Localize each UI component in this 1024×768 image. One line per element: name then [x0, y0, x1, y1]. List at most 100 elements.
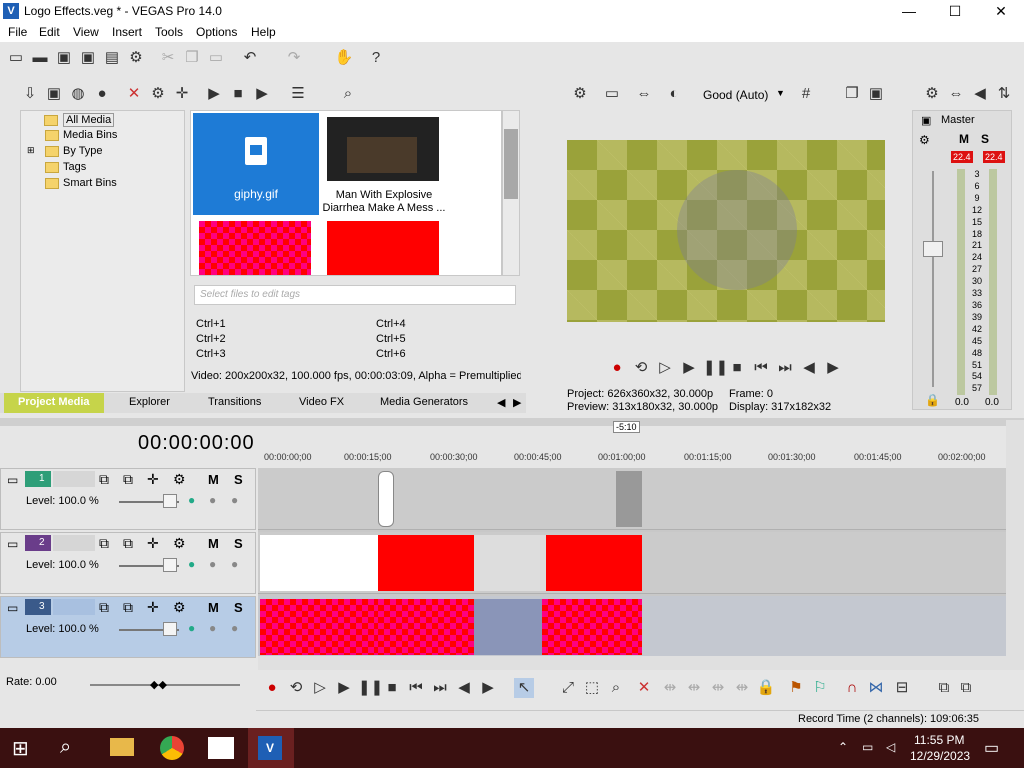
- search-icon[interactable]: ⌕: [338, 84, 358, 104]
- save-as-icon[interactable]: ▣: [78, 48, 98, 68]
- child-icon[interactable]: ●: [231, 557, 238, 571]
- master-solo-button[interactable]: S: [981, 132, 989, 146]
- timeline-clip[interactable]: [260, 599, 378, 655]
- split-icon[interactable]: ⇹: [732, 678, 752, 698]
- track-header-3[interactable]: ▭ 3 ⧉ ⧉ ✛ ⚙ M S Level: 100.0 % ● ● ●: [0, 596, 256, 658]
- go-to-start-icon[interactable]: ⏮: [751, 358, 771, 378]
- maximize-button[interactable]: ☐: [932, 0, 978, 22]
- menu-options[interactable]: Options: [196, 25, 237, 39]
- minimize-button[interactable]: —: [886, 0, 932, 22]
- timeline-clip[interactable]: [378, 471, 394, 527]
- scrollbar-thumb[interactable]: [504, 129, 518, 199]
- delete-icon[interactable]: ✕: [634, 678, 654, 698]
- save-icon[interactable]: ▣: [54, 48, 74, 68]
- track-fx-icon[interactable]: ✛: [147, 535, 159, 552]
- network-icon[interactable]: ▭: [862, 740, 873, 754]
- track-motion-icon[interactable]: ⧉: [99, 535, 109, 552]
- auto-preview-icon[interactable]: ▶: [252, 84, 272, 104]
- loop-icon[interactable]: ⟲: [286, 678, 306, 698]
- chevron-up-icon[interactable]: ⌃: [838, 740, 848, 754]
- tree-item-smart-bins[interactable]: Smart Bins: [45, 177, 117, 189]
- previous-frame-icon[interactable]: ◀: [799, 358, 819, 378]
- menu-file[interactable]: File: [8, 25, 27, 39]
- parent-icon[interactable]: ●: [209, 621, 216, 635]
- parent-icon[interactable]: ●: [209, 557, 216, 571]
- open-icon[interactable]: ▬: [30, 48, 50, 68]
- play-from-start-icon[interactable]: ▷: [655, 358, 675, 378]
- help-icon[interactable]: ?: [366, 48, 386, 68]
- track-name-field[interactable]: [53, 599, 95, 615]
- region-icon[interactable]: ⚐: [810, 678, 830, 698]
- search-icon[interactable]: ⌕: [60, 736, 71, 759]
- ignore-grouping-icon[interactable]: ⧉: [956, 678, 976, 698]
- timeline-hscroll[interactable]: [258, 656, 1024, 670]
- tree-item-media-bins[interactable]: Media Bins: [45, 129, 117, 141]
- normal-edit-tool-icon[interactable]: ↖: [514, 678, 534, 698]
- media-thumbnail-red[interactable]: [327, 221, 439, 275]
- get-media-icon[interactable]: ◍: [68, 84, 88, 104]
- lock-icon[interactable]: 🔒: [756, 678, 776, 698]
- menu-view[interactable]: View: [73, 25, 99, 39]
- pause-icon[interactable]: ❚❚: [703, 358, 728, 378]
- properties-gear-icon[interactable]: ⚙: [126, 48, 146, 68]
- lock-envelopes-icon[interactable]: ⧉: [934, 678, 954, 698]
- loop-icon[interactable]: ⟲: [631, 358, 651, 378]
- timeline-clip[interactable]: [474, 599, 542, 655]
- start-windows-icon[interactable]: ⊞: [12, 736, 29, 761]
- file-explorer-icon[interactable]: [110, 738, 134, 756]
- play-from-start-icon[interactable]: ▷: [310, 678, 330, 698]
- auto-crossfade-icon[interactable]: ⋈: [866, 678, 886, 698]
- tab-scroll-right-icon[interactable]: ▶: [513, 396, 521, 409]
- next-frame-icon[interactable]: ▶: [478, 678, 498, 698]
- mute-button[interactable]: M: [208, 536, 219, 551]
- tab-transitions[interactable]: Transitions: [208, 396, 261, 408]
- media-thumbnail-video[interactable]: [327, 117, 439, 181]
- play-icon[interactable]: ▶: [679, 358, 699, 378]
- next-frame-icon[interactable]: ▶: [823, 358, 843, 378]
- solo-button[interactable]: S: [234, 536, 243, 551]
- play-icon[interactable]: ▶: [204, 84, 224, 104]
- clock-time[interactable]: 11:55 PM: [914, 733, 964, 747]
- minimize-track-icon[interactable]: ▭: [7, 537, 18, 551]
- master-fx-icon[interactable]: ⚙: [919, 133, 930, 147]
- chevron-down-icon[interactable]: ▼: [776, 88, 785, 98]
- media-thumbnail-checker[interactable]: [199, 221, 311, 275]
- preview-quality-select[interactable]: Good (Auto): [703, 88, 768, 102]
- track-motion-icon[interactable]: ⧉: [99, 471, 109, 488]
- tab-video-fx[interactable]: Video FX: [299, 396, 344, 408]
- web-icon[interactable]: ●: [92, 84, 112, 104]
- previous-frame-icon[interactable]: ◀: [454, 678, 474, 698]
- marker-icon[interactable]: ⚑: [786, 678, 806, 698]
- track-name-field[interactable]: [53, 471, 95, 487]
- stop-icon[interactable]: ■: [727, 358, 747, 378]
- stop-icon[interactable]: ■: [228, 84, 248, 104]
- track-fx-icon[interactable]: ✛: [147, 599, 159, 616]
- auto-ripple-icon[interactable]: ⊟: [892, 678, 912, 698]
- solo-button[interactable]: S: [234, 600, 243, 615]
- selection-tool-icon[interactable]: ⬚: [582, 678, 602, 698]
- go-to-start-icon[interactable]: ⏮: [406, 678, 426, 698]
- track-lane-2[interactable]: [258, 532, 1006, 594]
- mixer-insert-icon[interactable]: ⇔: [946, 84, 966, 104]
- faders-icon[interactable]: ⇅: [994, 84, 1014, 104]
- split-screen-icon[interactable]: ⇔: [634, 84, 654, 104]
- tab-project-media[interactable]: Project Media: [4, 393, 104, 413]
- timeline-clip[interactable]: [542, 599, 642, 655]
- media-fx-icon[interactable]: ✛: [172, 84, 192, 104]
- menu-help[interactable]: Help: [251, 25, 276, 39]
- track-header-1[interactable]: ▭ 1 ⧉ ⧉ ✛ ⚙ M S Level: 100.0 % ● ● ●: [0, 468, 256, 530]
- timeline-clip[interactable]: [378, 599, 474, 655]
- save-snapshot-icon[interactable]: ▣: [866, 84, 886, 104]
- timeline-ruler[interactable]: 00:00:00;00 00:00:15;00 00:00:30;00 00:0…: [258, 452, 1006, 466]
- track-lane-1[interactable]: [258, 468, 1006, 530]
- timeline-clip[interactable]: [378, 535, 474, 591]
- track-compositing-icon[interactable]: ⧉: [123, 599, 133, 616]
- clapperboard-icon[interactable]: [208, 737, 234, 759]
- docking-splitter[interactable]: [0, 418, 1024, 426]
- track-compositing-icon[interactable]: ⧉: [123, 535, 133, 552]
- timeline-clip[interactable]: [260, 535, 378, 591]
- tree-item-tags[interactable]: Tags: [45, 161, 86, 173]
- minimize-track-icon[interactable]: ▭: [7, 473, 18, 487]
- trim-start-icon[interactable]: ⇹: [684, 678, 704, 698]
- timeline-clip[interactable]: [546, 535, 642, 591]
